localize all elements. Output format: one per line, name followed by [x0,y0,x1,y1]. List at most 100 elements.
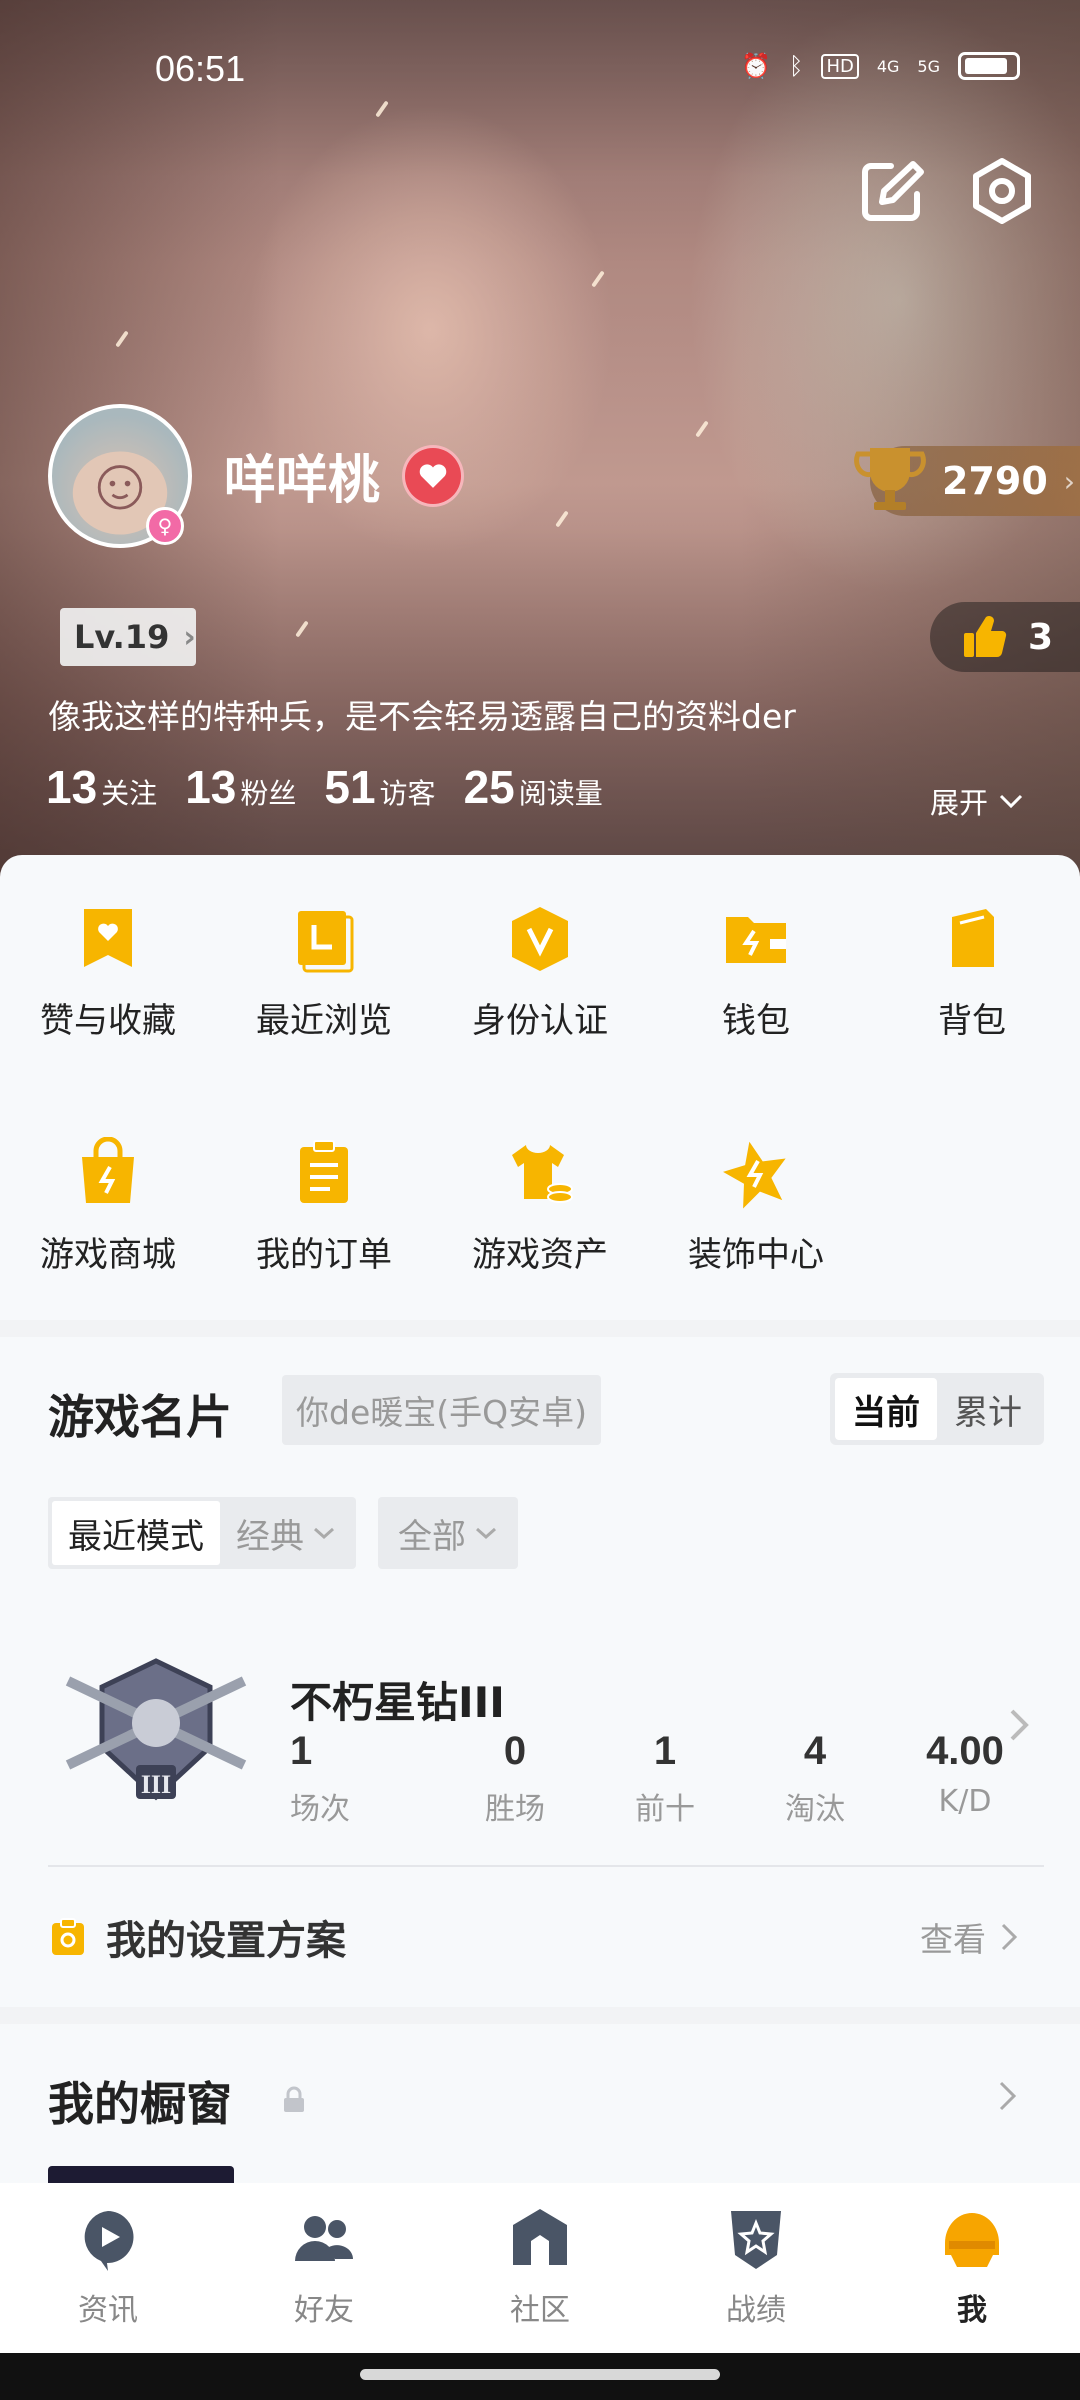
stat-value: 0 [503,1729,527,1773]
feature-likes-favorites[interactable]: 赞与收藏 [8,903,208,1042]
nav-news[interactable]: 资讯 [0,2183,216,2353]
bottom-navigation: 资讯 好友 社区 战绩 我 [0,2183,1080,2353]
rank-name: 不朽星钻III [290,1678,505,1727]
photo-spark [295,620,309,638]
filter-all-dropdown[interactable]: 全部 [378,1497,518,1569]
community-house-icon [513,2209,567,2265]
heart-badge-icon[interactable] [402,445,464,507]
nav-label: 战绩 [726,2293,786,2328]
divider [48,1865,1044,1867]
mode-classic-dropdown[interactable]: 经典 [220,1501,352,1565]
period-toggle: 当前 累计 [830,1373,1044,1445]
feature-label: 钱包 [722,1001,790,1041]
rank-stat-wins: 0 胜场 [440,1729,590,1828]
game-card: 游戏名片 你de暖宝(手Q安卓) 当前 累计 最近模式 经典 全部 III 不朽… [0,1337,1080,2007]
edit-profile-button[interactable] [857,156,927,226]
status-bar: 06:51 ⏰ ᛒ HD 4G 5G [0,0,1080,130]
stat-visitors[interactable]: 51 访客 [324,760,435,814]
mode-recent[interactable]: 最近模式 [52,1501,220,1565]
home-indicator[interactable] [360,2369,720,2380]
profile-stats: 13 关注 13 粉丝 51 访客 25 阅读量 [46,760,631,814]
chevron-right-icon: › [183,619,196,655]
expand-button[interactable]: 展开 [930,780,1024,822]
feature-game-assets[interactable]: 游戏资产 [440,1137,640,1276]
view-label: 查看 [920,1920,986,1959]
chevron-down-icon [314,1527,334,1540]
feature-backpack[interactable]: 背包 [872,903,1072,1042]
like-count-pill[interactable]: 3 [930,602,1080,672]
status-time: 06:51 [155,48,246,89]
heart-bookmark-icon [84,909,132,967]
feature-grid: 赞与收藏 最近浏览 身份认证 钱包 背包 游戏商城 我的订单 游戏资产 装饰中心 [0,855,1080,1320]
gender-female-icon: ♀ [146,507,184,545]
rank-stat-kills: 4 淘汰 [740,1729,890,1828]
alarm-icon: ⏰ [741,52,772,80]
stat-number: 51 [324,761,376,813]
feature-identity-verify[interactable]: 身份认证 [440,903,640,1042]
filter-all-label: 全部 [398,1516,466,1557]
stat-label: 粉丝 [240,777,297,810]
news-play-icon [84,2211,134,2271]
stat-number: 25 [463,761,515,813]
stat-following[interactable]: 13 关注 [46,760,157,814]
level-badge[interactable]: Lv.19 › [60,608,196,666]
feature-label: 我的订单 [256,1235,392,1275]
feature-label: 游戏商城 [40,1235,176,1275]
trophy-icon [854,448,926,510]
chevron-right-icon[interactable] [998,2080,1018,2112]
5g-signal-icon: 5G [917,56,940,76]
rank-stat-kd: 4.00 K/D [890,1729,1040,1828]
stat-value: 1 [653,1729,677,1773]
feature-recent-browse[interactable]: 最近浏览 [224,903,424,1042]
feature-label: 身份认证 [472,1001,608,1041]
my-settings-row[interactable]: 我的设置方案 查看 [48,1897,1048,1977]
stat-value: 4 [803,1729,827,1773]
me-helmet-icon [945,2213,999,2267]
feature-wallet[interactable]: 钱包 [656,903,856,1042]
rank-stats: 1 场次 0 胜场 1 前十 4 淘汰 4.00 K/D [290,1729,1040,1828]
record-shield-icon [731,2211,781,2269]
stat-number: 13 [46,761,98,813]
stat-label: K/D [938,1784,992,1819]
bluetooth-icon: ᛒ [789,52,804,80]
feature-decoration-center[interactable]: 装饰中心 [656,1137,856,1276]
toggle-cumulative[interactable]: 累计 [937,1378,1039,1440]
feature-my-orders[interactable]: 我的订单 [224,1137,424,1276]
photo-spark [695,420,709,438]
settings-button[interactable] [967,156,1037,226]
hd-icon: HD [821,53,859,79]
shopping-bag-icon [82,1136,134,1203]
like-count: 3 [1028,616,1054,658]
mode-classic-label: 经典 [236,1516,304,1557]
tshirt-coins-icon [512,1145,573,1203]
clipboard-icon [300,1140,348,1203]
filter-all: 全部 [382,1501,514,1565]
view-settings-link[interactable]: 查看 [920,1913,1018,1961]
expand-label: 展开 [929,786,988,820]
stat-followers[interactable]: 13 粉丝 [185,760,296,814]
chevron-right-icon[interactable] [1008,1707,1030,1743]
stat-label: 胜场 [485,1792,545,1827]
feature-game-store[interactable]: 游戏商城 [8,1136,208,1276]
rank-stat-matches: 1 场次 [290,1729,440,1828]
profile-bio: 像我这样的特种兵，是不会轻易透露自己的资料der [48,697,796,736]
nav-label: 好友 [294,2293,354,2328]
feature-label: 最近浏览 [256,1001,392,1041]
nav-me[interactable]: 我 [864,2183,1080,2353]
showcase-title: 我的橱窗 [48,2077,232,2131]
level-text: Lv.19 [74,618,170,656]
game-card-title: 游戏名片 [48,1390,232,1444]
mode-filter-row: 最近模式 经典 全部 [48,1497,518,1569]
toggle-current[interactable]: 当前 [835,1378,937,1440]
wallet-icon [726,917,786,963]
stat-label: 阅读量 [518,777,603,810]
nav-community[interactable]: 社区 [432,2183,648,2353]
nav-label: 我 [957,2293,987,2328]
nav-records[interactable]: 战绩 [648,2183,864,2353]
showcase-section: 我的橱窗 [0,2024,1080,2206]
status-icons: ⏰ ᛒ HD 4G 5G [741,52,1020,80]
4g-signal-icon: 4G [876,56,900,76]
game-server-tag[interactable]: 你de暖宝(手Q安卓) [282,1375,601,1445]
nav-friends[interactable]: 好友 [216,2183,432,2353]
chevron-right-icon [1001,1923,1018,1951]
